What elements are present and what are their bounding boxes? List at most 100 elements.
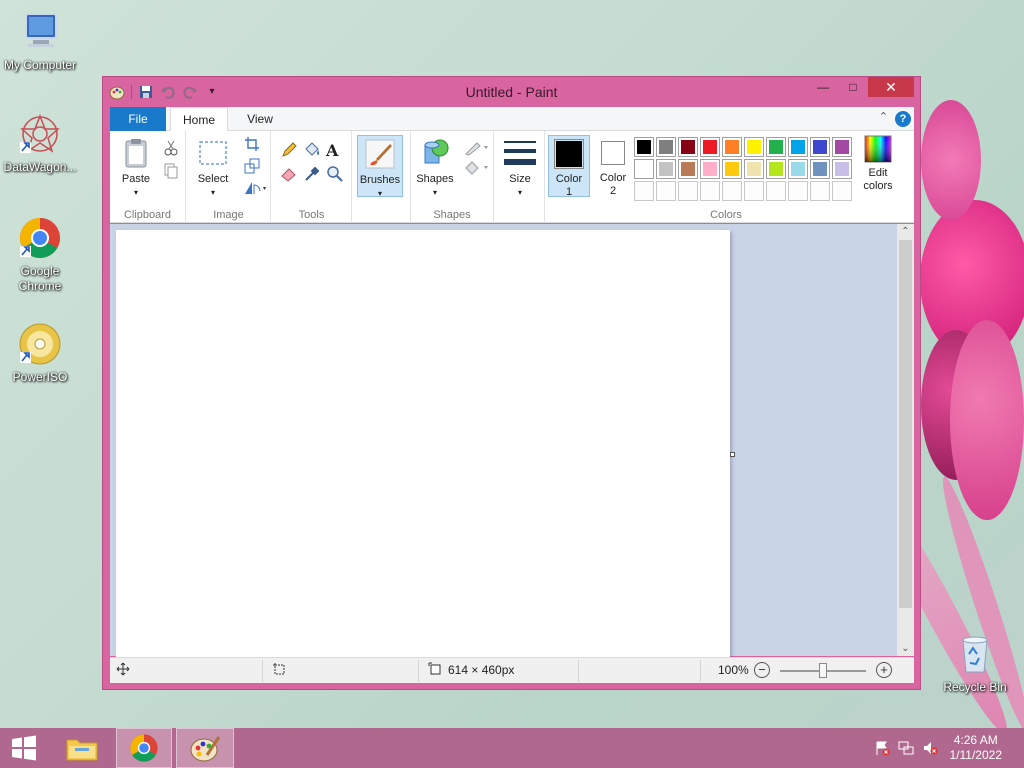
palette-swatch[interactable]: [766, 159, 786, 179]
desktop-icon-google-chrome[interactable]: Google Chrome: [0, 216, 80, 294]
eraser-icon[interactable]: [280, 165, 298, 183]
scroll-up-icon[interactable]: ⌃: [897, 226, 914, 237]
palette-swatch[interactable]: [744, 181, 764, 201]
maximize-button[interactable]: □: [838, 77, 868, 97]
shapes-button[interactable]: Shapes ▾: [415, 137, 455, 199]
brushes-button[interactable]: Brushes ▾: [357, 135, 403, 198]
paint-window: ▾ Untitled - Paint — □ ✕ File Home View …: [102, 76, 921, 690]
resize-icon[interactable]: [243, 157, 261, 175]
taskbar-file-explorer[interactable]: [56, 728, 108, 768]
palette-swatch[interactable]: [744, 137, 764, 157]
palette-swatch[interactable]: [744, 159, 764, 179]
close-button[interactable]: ✕: [868, 77, 914, 97]
select-button[interactable]: Select ▾: [193, 137, 233, 199]
zoom-in-button[interactable]: +: [876, 662, 892, 678]
tab-view[interactable]: View: [234, 107, 286, 131]
palette-swatch[interactable]: [766, 181, 786, 201]
palette-swatch[interactable]: [722, 181, 742, 201]
palette-swatch[interactable]: [634, 137, 654, 157]
palette-swatch-fill: [681, 162, 695, 176]
palette-swatch[interactable]: [788, 181, 808, 201]
select-icon: [197, 137, 229, 169]
palette-swatch[interactable]: [810, 137, 830, 157]
group-shapes: Shapes ▾ Shapes: [410, 131, 494, 223]
palette-swatch[interactable]: [722, 137, 742, 157]
palette-swatch-fill: [769, 140, 783, 154]
palette-swatch[interactable]: [832, 159, 852, 179]
palette-swatch[interactable]: [656, 181, 676, 201]
palette-swatch[interactable]: [722, 159, 742, 179]
poweriso-icon: [18, 322, 62, 366]
color-picker-icon[interactable]: [303, 165, 321, 183]
desktop-icon-poweriso[interactable]: PowerISO: [0, 322, 80, 385]
paste-button[interactable]: Paste ▾: [116, 137, 156, 199]
palette-swatch[interactable]: [678, 137, 698, 157]
desktop-icon-my-computer[interactable]: My Computer: [0, 10, 80, 73]
group-tools: A Tools: [272, 131, 352, 223]
crop-icon[interactable]: [243, 135, 261, 153]
tab-home[interactable]: Home: [170, 107, 228, 132]
line-size-icon: [504, 137, 536, 169]
title-bar[interactable]: ▾ Untitled - Paint — □ ✕: [103, 77, 920, 107]
zoom-out-button[interactable]: −: [754, 662, 770, 678]
minimize-ribbon-icon[interactable]: ⌃: [879, 110, 888, 123]
zoom-slider-thumb[interactable]: [819, 663, 827, 678]
help-icon[interactable]: ?: [895, 111, 911, 127]
palette-swatch[interactable]: [634, 159, 654, 179]
window-title: Untitled - Paint: [465, 84, 558, 100]
cut-icon[interactable]: [162, 139, 180, 157]
group-label-clipboard: Clipboard: [123, 209, 172, 221]
minimize-button[interactable]: —: [808, 77, 838, 97]
chevron-down-icon: ▾: [377, 189, 382, 198]
pencil-icon[interactable]: [280, 141, 298, 159]
palette-swatch-fill: [791, 140, 805, 154]
palette-swatch[interactable]: [810, 181, 830, 201]
palette-swatch[interactable]: [788, 137, 808, 157]
size-button[interactable]: Size ▾: [500, 137, 540, 199]
start-button[interactable]: [0, 728, 48, 768]
palette-swatch[interactable]: [832, 181, 852, 201]
palette-swatch[interactable]: [700, 137, 720, 157]
copy-icon[interactable]: [162, 161, 180, 179]
desktop-icon-label: Recycle Bin: [943, 680, 1007, 694]
canvas-resize-handle-right[interactable]: [730, 452, 735, 457]
palette-swatch[interactable]: [678, 181, 698, 201]
outline-icon[interactable]: [463, 139, 491, 157]
fill-icon[interactable]: [303, 141, 321, 159]
taskbar-paint[interactable]: [176, 728, 234, 768]
palette-swatch-fill: [835, 162, 849, 176]
fill-shape-icon[interactable]: [463, 159, 491, 177]
palette-swatch[interactable]: [700, 181, 720, 201]
palette-swatch[interactable]: [634, 181, 654, 201]
palette-swatch[interactable]: [832, 137, 852, 157]
rotate-icon[interactable]: [243, 179, 269, 197]
palette-swatch[interactable]: [788, 159, 808, 179]
palette-swatch[interactable]: [656, 159, 676, 179]
palette-swatch[interactable]: [700, 159, 720, 179]
taskbar-google-chrome[interactable]: [116, 728, 172, 768]
tab-file[interactable]: File: [110, 107, 166, 131]
color2-button[interactable]: Color 2: [594, 135, 632, 197]
paint-app-icon: [190, 736, 221, 762]
scroll-down-icon[interactable]: ⌄: [897, 643, 914, 654]
color1-button[interactable]: Color 1: [548, 135, 590, 198]
text-icon[interactable]: A: [326, 141, 344, 160]
system-clock[interactable]: 4:26 AM 1/11/2022: [950, 733, 1003, 763]
magnifier-icon[interactable]: [326, 165, 344, 183]
volume-muted-icon[interactable]: [922, 740, 938, 756]
palette-swatch[interactable]: [656, 137, 676, 157]
palette-swatch[interactable]: [766, 137, 786, 157]
network-icon[interactable]: [898, 740, 914, 756]
desktop-icon-datawagon[interactable]: DataWagon...: [0, 112, 80, 175]
edit-colors-button[interactable]: Edit colors: [858, 135, 898, 193]
datawagon-icon: [18, 112, 62, 156]
palette-swatch[interactable]: [678, 159, 698, 179]
palette-swatch-fill: [681, 184, 695, 198]
action-center-flag-icon[interactable]: [874, 740, 890, 756]
palette-swatch-fill: [637, 184, 651, 198]
vertical-scrollbar[interactable]: ⌃ ⌄: [897, 224, 914, 656]
drawing-canvas[interactable]: [116, 230, 730, 658]
scrollbar-thumb[interactable]: [899, 240, 912, 608]
desktop-icon-recycle-bin[interactable]: Recycle Bin: [935, 632, 1015, 695]
palette-swatch[interactable]: [810, 159, 830, 179]
